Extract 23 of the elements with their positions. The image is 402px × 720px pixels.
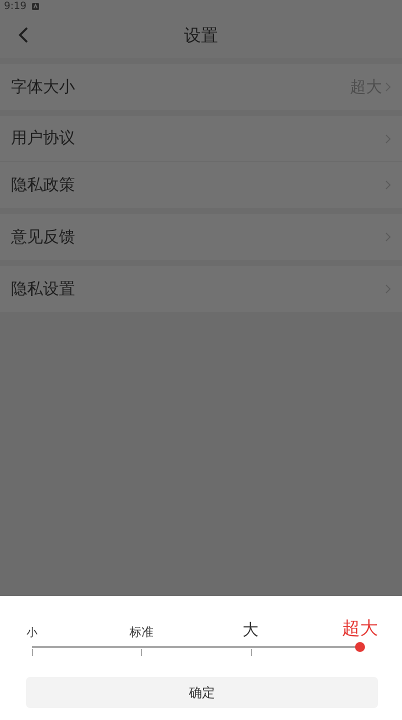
slider-thumb[interactable] — [355, 642, 365, 652]
row-label: 用户协议 — [11, 128, 76, 149]
row-label: 字体大小 — [11, 76, 76, 98]
page-title: 设置 — [184, 26, 218, 46]
size-option[interactable]: 标准 — [129, 626, 154, 638]
notification-icon — [32, 2, 40, 10]
chevron-icon — [384, 180, 392, 190]
settings-row[interactable]: 隐私政策 — [0, 162, 402, 208]
size-option[interactable]: 小 — [26, 627, 38, 638]
size-option[interactable]: 超大 — [342, 620, 378, 638]
settings-row[interactable]: 意见反馈 — [0, 214, 402, 260]
row-label: 意见反馈 — [11, 226, 76, 248]
row-label: 隐私设置 — [11, 278, 76, 300]
chevron-icon — [384, 284, 392, 294]
settings-row[interactable]: 用户协议 — [0, 116, 402, 162]
chevron-icon — [384, 232, 392, 242]
size-option[interactable]: 大 — [242, 622, 259, 638]
chevron-icon — [384, 82, 392, 92]
row-label: 隐私政策 — [11, 174, 76, 196]
confirm-button[interactable]: 确定 — [26, 677, 378, 708]
chevron-icon — [384, 134, 392, 144]
settings-row[interactable]: 隐私设置 — [0, 266, 402, 312]
status-time: 9:19 — [4, 0, 26, 12]
